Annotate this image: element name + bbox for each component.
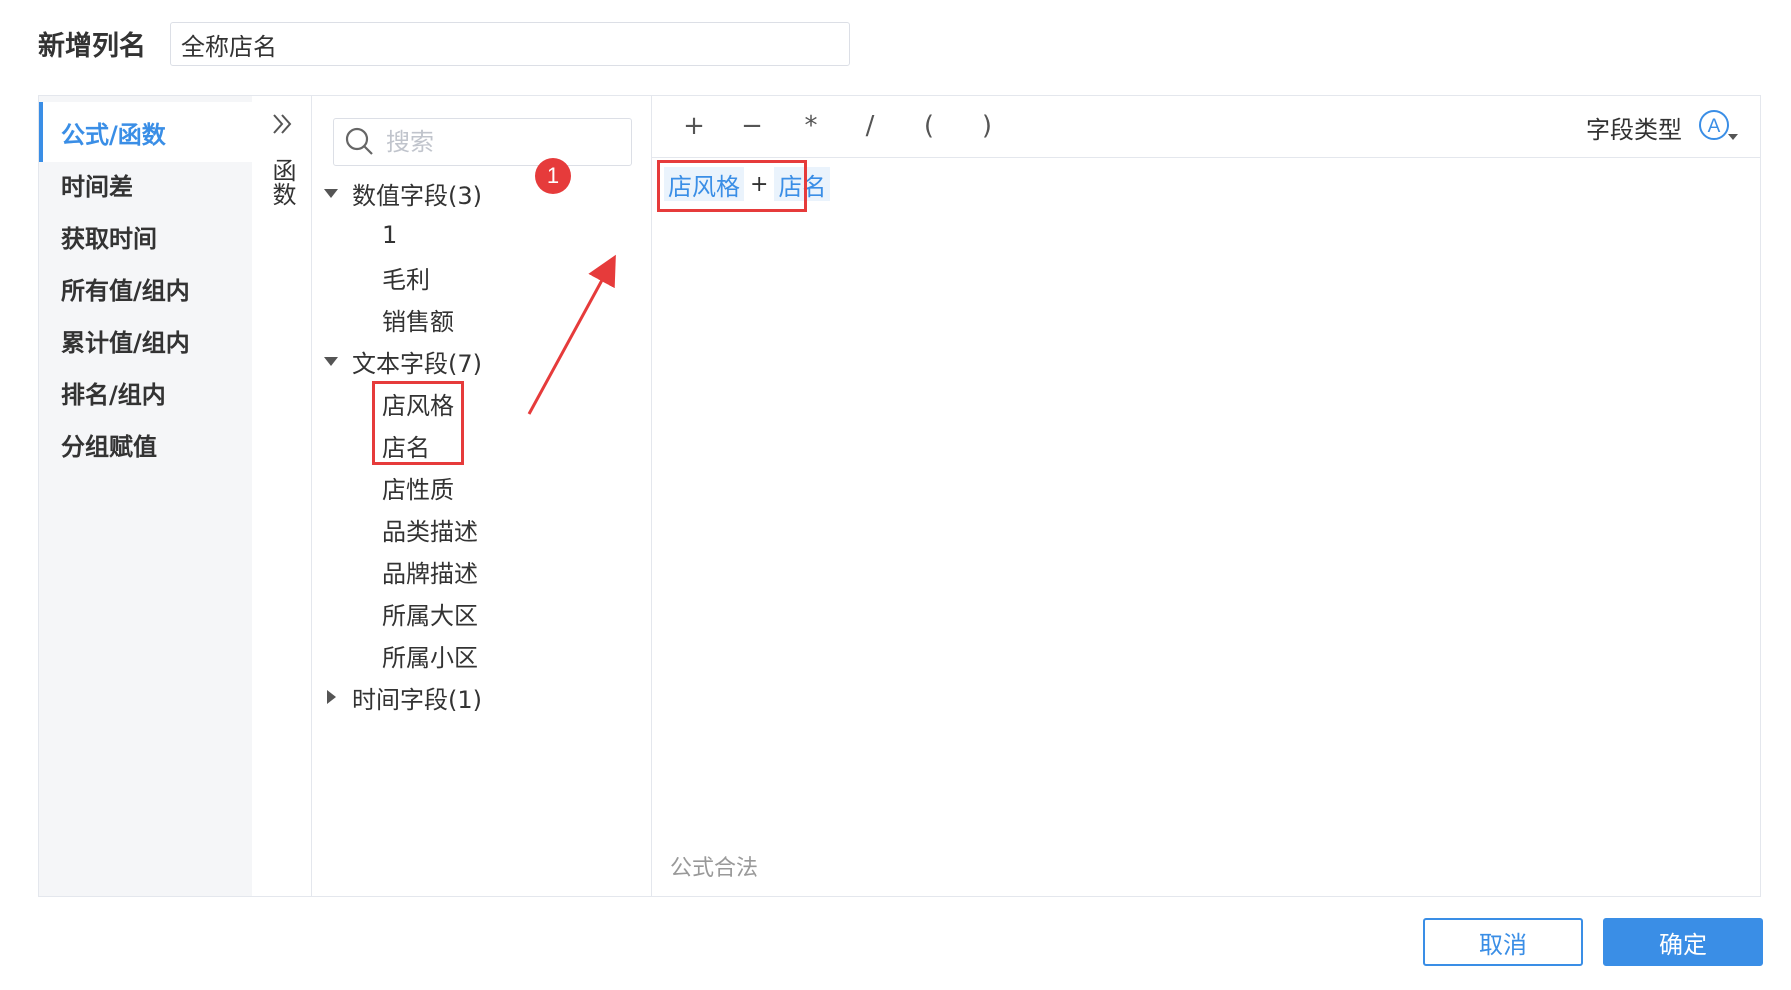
field-item[interactable]: 毛利 — [382, 257, 430, 297]
search-icon — [345, 127, 373, 155]
step-badge: 1 — [535, 158, 571, 194]
category-item-group-assign[interactable]: 分组赋值 — [39, 414, 252, 474]
search-box[interactable] — [333, 118, 632, 166]
formula-status: 公式合法 — [670, 856, 759, 881]
field-item[interactable]: 店性质 — [382, 467, 454, 507]
field-group-label: 文本字段(7) — [352, 349, 482, 378]
category-item-formula[interactable]: 公式/函数 — [39, 102, 252, 162]
column-name-input[interactable] — [170, 22, 850, 66]
text-type-icon[interactable]: A — [1696, 106, 1740, 146]
field-type-label: 字段类型 — [1586, 116, 1682, 144]
cancel-button[interactable]: 取消 — [1423, 918, 1583, 966]
field-group-numeric[interactable]: 数值字段(3) — [322, 173, 482, 213]
field-item[interactable]: 销售额 — [382, 299, 454, 339]
category-item-get-time[interactable]: 获取时间 — [39, 206, 252, 266]
divide-button[interactable]: / — [850, 106, 890, 146]
category-sidebar: 公式/函数 时间差 获取时间 所有值/组内 累计值/组内 排名/组内 分组赋值 — [39, 96, 252, 896]
search-input[interactable] — [386, 128, 616, 156]
caret-down-icon — [324, 189, 338, 198]
formula-editor: + − * / ( ) 字段类型 A 店风格 + 店名 公式合法 — [652, 96, 1760, 896]
category-item-all-values[interactable]: 所有值/组内 — [39, 258, 252, 318]
caret-down-icon — [324, 357, 338, 366]
category-item-time-diff[interactable]: 时间差 — [39, 154, 252, 214]
header: 新增列名 — [38, 20, 168, 66]
caret-right-icon — [327, 690, 336, 704]
text-type-glyph: A — [1708, 116, 1721, 137]
field-list: 数值字段(3) 1 毛利 销售额 文本字段(7) 店风格 店名 店性质 品类描述… — [312, 96, 652, 896]
field-item[interactable]: 1 — [382, 215, 397, 255]
expand-double-chevron-icon[interactable] — [268, 110, 296, 138]
field-group-label: 时间字段(1) — [352, 685, 482, 714]
plus-button[interactable]: + — [674, 106, 714, 146]
function-panel-collapsed: 函数 — [252, 96, 312, 896]
field-item[interactable]: 所属大区 — [382, 593, 478, 633]
left-paren-button[interactable]: ( — [909, 106, 949, 146]
confirm-button[interactable]: 确定 — [1603, 918, 1763, 966]
formula-highlight — [657, 160, 807, 212]
field-group-time[interactable]: 时间字段(1) — [322, 677, 482, 717]
selected-fields-highlight — [372, 381, 464, 465]
field-item[interactable]: 所属小区 — [382, 635, 478, 675]
field-group-label: 数值字段(3) — [352, 181, 482, 210]
right-paren-button[interactable]: ) — [967, 106, 1007, 146]
function-panel-label[interactable]: 函数 — [252, 158, 312, 206]
multiply-button[interactable]: * — [791, 106, 831, 146]
formula-panel: 公式/函数 时间差 获取时间 所有值/组内 累计值/组内 排名/组内 分组赋值 … — [38, 95, 1761, 897]
category-item-rank[interactable]: 排名/组内 — [39, 362, 252, 422]
operator-toolbar: + − * / ( ) 字段类型 A — [652, 96, 1760, 158]
category-item-cumulative[interactable]: 累计值/组内 — [39, 310, 252, 370]
field-item[interactable]: 品类描述 — [382, 509, 478, 549]
page-title: 新增列名 — [38, 30, 146, 62]
field-group-text[interactable]: 文本字段(7) — [322, 341, 482, 381]
minus-button[interactable]: − — [732, 106, 772, 146]
field-item[interactable]: 品牌描述 — [382, 551, 478, 591]
